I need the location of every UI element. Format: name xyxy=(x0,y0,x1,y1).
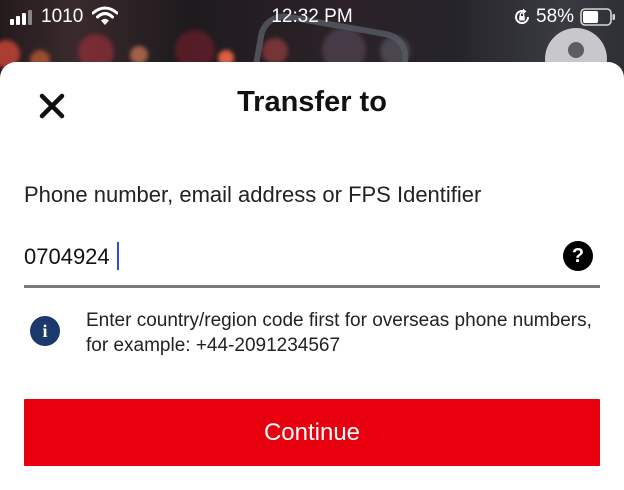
recipient-field-label: Phone number, email address or FPS Ident… xyxy=(24,182,482,207)
continue-button[interactable]: Continue xyxy=(24,399,600,466)
status-bar: 1010 12:32 PM 58% xyxy=(0,0,624,34)
help-icon[interactable]: ? xyxy=(563,241,593,271)
input-underline xyxy=(24,285,600,288)
page-title: Transfer to xyxy=(237,86,387,118)
info-icon: i xyxy=(30,316,60,346)
recipient-input[interactable] xyxy=(24,240,554,274)
orientation-lock-icon xyxy=(515,8,530,25)
text-cursor xyxy=(117,242,119,270)
info-message: Enter country/region code first for over… xyxy=(86,310,592,356)
battery-percentage: 58% xyxy=(536,6,575,27)
transfer-sheet: Transfer to Phone number, email address … xyxy=(0,62,624,490)
battery-icon xyxy=(580,8,615,26)
